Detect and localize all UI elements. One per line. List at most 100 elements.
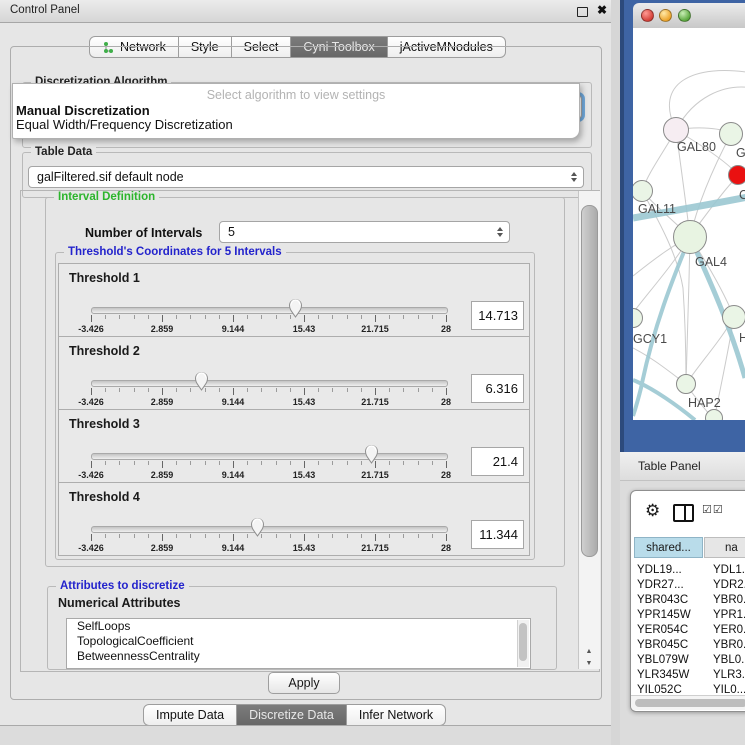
slider-tick xyxy=(190,534,191,538)
slider-tick xyxy=(432,315,433,319)
dropdown-option-1[interactable]: Manual Discretization xyxy=(16,103,150,118)
window-bottom-divider xyxy=(0,725,620,726)
slider-tick xyxy=(361,534,362,538)
slider-thumb[interactable] xyxy=(363,443,380,464)
tab-label: Discretize Data xyxy=(249,708,334,722)
screen: Control Panel ✖ NetworkStyleSelectCyni T… xyxy=(0,0,745,745)
checkbox-icons[interactable]: ☑☑ xyxy=(702,503,724,516)
tab-discretize-data[interactable]: Discretize Data xyxy=(237,704,347,726)
table-row[interactable]: YDR27...YDR2... xyxy=(631,579,745,594)
slider-tick xyxy=(389,534,390,538)
table-data-combobox[interactable]: galFiltered.sif default node xyxy=(28,166,584,188)
network-node-h[interactable] xyxy=(722,305,745,329)
table-row[interactable]: YIL052CYIL0... xyxy=(631,684,745,695)
minimize-traffic-light-icon[interactable] xyxy=(659,9,672,22)
threshold-value-field[interactable]: 11.344 xyxy=(471,520,524,549)
table-hscrollbar-track[interactable] xyxy=(631,695,745,710)
close-traffic-light-icon[interactable] xyxy=(641,9,654,22)
slider-tick xyxy=(361,388,362,392)
dropdown-option-2[interactable]: Equal Width/Frequency Discretization xyxy=(16,117,233,132)
slider-tick xyxy=(247,388,248,392)
tick-label: 21.715 xyxy=(361,397,389,407)
table-row[interactable]: YLR345WYLR3... xyxy=(631,669,745,684)
slider-track[interactable] xyxy=(91,526,448,533)
slider-tick xyxy=(290,461,291,465)
threshold-value-field[interactable]: 14.713 xyxy=(471,301,524,330)
network-canvas[interactable]: GAL80GACGAL11GAL4GCY1HHAP2 xyxy=(633,28,745,420)
node-label: GAL80 xyxy=(677,140,716,154)
scroll-up-icon[interactable]: ▲ xyxy=(586,648,593,655)
tick-label: 28 xyxy=(441,543,451,553)
float-panel-icon[interactable] xyxy=(577,7,588,17)
attribute-item[interactable]: TopologicalCoefficient xyxy=(67,634,530,649)
slider-tick xyxy=(119,315,120,319)
table-row[interactable]: YBR045CYBR0... xyxy=(631,639,745,654)
scroll-down-icon[interactable]: ▼ xyxy=(586,660,593,667)
network-node-ga[interactable] xyxy=(719,122,743,146)
slider-track[interactable] xyxy=(91,453,448,460)
slider-track[interactable] xyxy=(91,380,448,387)
tab-label: Infer Network xyxy=(359,708,433,722)
gear-icon[interactable]: ⚙ xyxy=(645,501,660,521)
tab-infer-network[interactable]: Infer Network xyxy=(347,704,446,726)
cell-shared-name: YIL052C xyxy=(637,684,682,695)
attributes-scrollbar-thumb[interactable] xyxy=(519,623,527,661)
tick-label: 2.859 xyxy=(151,324,174,334)
attribute-item[interactable]: BetweennessCentrality xyxy=(67,649,530,664)
tick-label: 28 xyxy=(441,397,451,407)
network-node[interactable] xyxy=(705,409,723,420)
close-icon[interactable]: ✖ xyxy=(597,3,607,17)
slider-thumb[interactable] xyxy=(249,516,266,537)
interval-definition-title: Interval Definition xyxy=(54,191,159,203)
slider-tick xyxy=(276,315,277,319)
slider-tick xyxy=(205,315,206,319)
slider-tick xyxy=(233,461,234,468)
table-row[interactable]: YPR145WYPR1... xyxy=(631,609,745,624)
tick-label: 9.144 xyxy=(222,470,245,480)
threshold-label: Threshold 4 xyxy=(69,490,140,504)
slider-tick xyxy=(432,388,433,392)
table-row[interactable]: YBL079WYBL0... xyxy=(631,654,745,669)
slider-tick xyxy=(119,534,120,538)
apply-button[interactable]: Apply xyxy=(268,672,340,694)
table-data-title: Table Data xyxy=(31,146,96,158)
threshold-value-field[interactable]: 6.316 xyxy=(471,374,524,403)
threshold-value-field[interactable]: 21.4 xyxy=(471,447,524,476)
panel-splitter[interactable] xyxy=(611,0,620,745)
slider-thumb[interactable] xyxy=(287,297,304,318)
slider-tick xyxy=(205,461,206,465)
slider-tick xyxy=(219,534,220,538)
slider-tick xyxy=(176,315,177,319)
network-node-hap2[interactable] xyxy=(676,374,696,394)
zoom-traffic-light-icon[interactable] xyxy=(678,9,691,22)
num-intervals-combobox[interactable]: 5 xyxy=(219,221,510,243)
panel-scrollbar-thumb[interactable] xyxy=(581,205,598,557)
table-row[interactable]: YDL19...YDL1... xyxy=(631,564,745,579)
slider-tick xyxy=(375,315,376,322)
table-row[interactable]: YER054CYER0... xyxy=(631,624,745,639)
network-window-titlebar[interactable] xyxy=(633,3,745,29)
node-label: GAL4 xyxy=(695,255,727,269)
network-node-c[interactable] xyxy=(728,165,745,185)
attributes-scrollbar[interactable] xyxy=(517,620,529,667)
attribute-item[interactable]: SelfLoops xyxy=(67,619,530,634)
network-node-gal4[interactable] xyxy=(673,220,707,254)
column-header-shared-name[interactable]: shared... xyxy=(634,537,703,558)
slider-tick xyxy=(432,534,433,538)
columns-icon[interactable] xyxy=(673,504,694,522)
slider-tick xyxy=(446,461,447,468)
column-header-name[interactable]: na xyxy=(704,537,745,558)
slider-tick xyxy=(347,315,348,319)
panel-scrollbar-arrows[interactable]: ▲▼ xyxy=(579,645,599,669)
attributes-list[interactable]: SelfLoopsTopologicalCoefficientBetweenne… xyxy=(66,618,531,669)
slider-tick xyxy=(105,461,106,465)
table-hscrollbar-thumb[interactable] xyxy=(635,699,745,707)
tab-impute-data[interactable]: Impute Data xyxy=(143,704,237,726)
slider-track[interactable] xyxy=(91,307,448,314)
bottom-tab-bar: Impute Data Discretize Data Infer Network xyxy=(143,704,446,726)
slider-tick xyxy=(446,534,447,541)
table-row[interactable]: YBR043CYBR0... xyxy=(631,594,745,609)
slider-thumb[interactable] xyxy=(193,370,210,391)
tick-label: 2.859 xyxy=(151,470,174,480)
slider-tick xyxy=(261,461,262,465)
